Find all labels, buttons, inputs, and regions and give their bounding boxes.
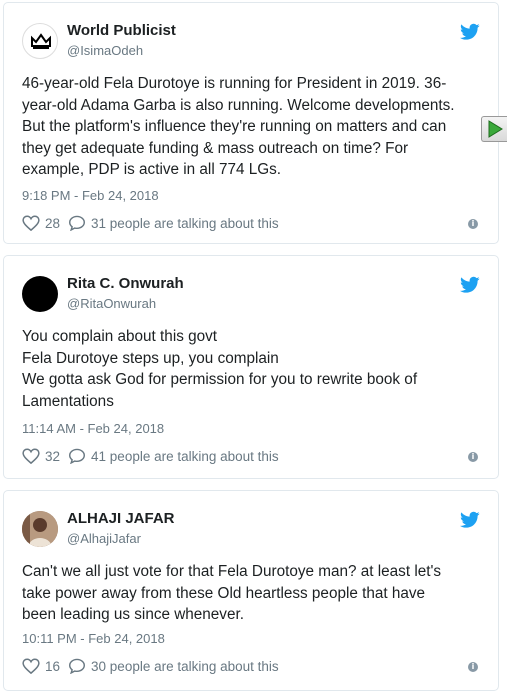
reply-bubble-icon[interactable]: [68, 448, 86, 464]
author-handle[interactable]: @RitaOnwurah: [67, 296, 156, 311]
author-handle[interactable]: @AlhajiJafar: [67, 531, 141, 546]
tweet-actions: 28 31 people are talking about this: [22, 215, 287, 231]
info-icon[interactable]: i: [468, 219, 478, 229]
like-count: 32: [45, 448, 61, 464]
tweet-text-line: been leading us since whenever.: [22, 606, 244, 623]
tweet-text-line: example, PDP is active in all 774 LGs.: [22, 161, 282, 178]
tweet-actions: 16 30 people are talking about this: [22, 658, 287, 674]
author-name[interactable]: ALHAJI JAFAR: [67, 510, 175, 527]
tweet-text: 46-year-old Fela Durotoye is running for…: [22, 73, 484, 181]
tweet-text-line: they get adequate funding & mass outreac…: [22, 139, 409, 157]
tweet-text-line: 46-year-old Fela Durotoye is running for…: [22, 75, 447, 92]
twitter-bird-icon[interactable]: [460, 23, 480, 41]
info-icon[interactable]: i: [468, 662, 478, 672]
avatar[interactable]: [22, 276, 58, 312]
tweet-text-line: You complain about this govt: [22, 328, 218, 345]
avatar[interactable]: [22, 511, 58, 547]
tweet-timestamp[interactable]: 11:14 AM - Feb 24, 2018: [22, 421, 164, 436]
talking-count[interactable]: 30 people are talking about this: [91, 659, 279, 674]
talking-count[interactable]: 31 people are talking about this: [91, 216, 279, 231]
tweet-card[interactable]: ALHAJI JAFAR @AlhajiJafar Can't we all j…: [3, 490, 499, 691]
profile-photo-icon: [22, 511, 58, 547]
heart-icon[interactable]: [22, 658, 40, 674]
like-count: 16: [45, 658, 61, 674]
tweet-timestamp[interactable]: 9:18 PM - Feb 24, 2018: [22, 188, 159, 203]
tweet-text-line: We gotta ask God for permission for you …: [22, 371, 418, 388]
avatar[interactable]: [22, 23, 58, 59]
tweet-text-line: Can't we all just vote for that Fela Dur…: [22, 563, 442, 580]
tweet-card[interactable]: Rita C. Onwurah @RitaOnwurah You complai…: [3, 255, 499, 479]
crown-logo-icon: [31, 33, 51, 49]
author-name[interactable]: World Publicist: [67, 22, 176, 39]
tweet-text-line: But the platform's influence they're run…: [22, 118, 447, 135]
play-icon: [488, 120, 503, 138]
talking-count[interactable]: 41 people are talking about this: [91, 449, 279, 464]
reply-bubble-icon[interactable]: [68, 658, 86, 674]
tweet-card[interactable]: World Publicist @IsimaOdeh 46-year-old F…: [3, 2, 499, 244]
twitter-bird-icon[interactable]: [460, 276, 480, 294]
tweet-text: Can't we all just vote for that Fela Dur…: [22, 561, 484, 626]
author-handle[interactable]: @IsimaOdeh: [67, 43, 143, 58]
twitter-bird-icon[interactable]: [460, 511, 480, 529]
tweet-text-line: take power away from these Old heartless…: [22, 584, 426, 602]
tweet-text-line: Fela Durotoye steps up, you complain: [22, 349, 279, 367]
heart-icon[interactable]: [22, 448, 40, 464]
heart-icon[interactable]: [22, 215, 40, 231]
tweet-text: You complain about this govt Fela Duroto…: [22, 326, 484, 412]
tweet-timestamp[interactable]: 10:11 PM - Feb 24, 2018: [22, 631, 165, 646]
play-button[interactable]: [481, 116, 507, 142]
info-icon[interactable]: i: [468, 452, 478, 462]
tweet-actions: 32 41 people are talking about this: [22, 448, 287, 464]
author-name[interactable]: Rita C. Onwurah: [67, 275, 184, 292]
reply-bubble-icon[interactable]: [68, 215, 86, 231]
like-count: 28: [45, 215, 61, 231]
tweet-text-line: Lamentations: [22, 392, 114, 410]
tweet-text-line: year-old Adama Garba is also running. We…: [22, 96, 455, 114]
